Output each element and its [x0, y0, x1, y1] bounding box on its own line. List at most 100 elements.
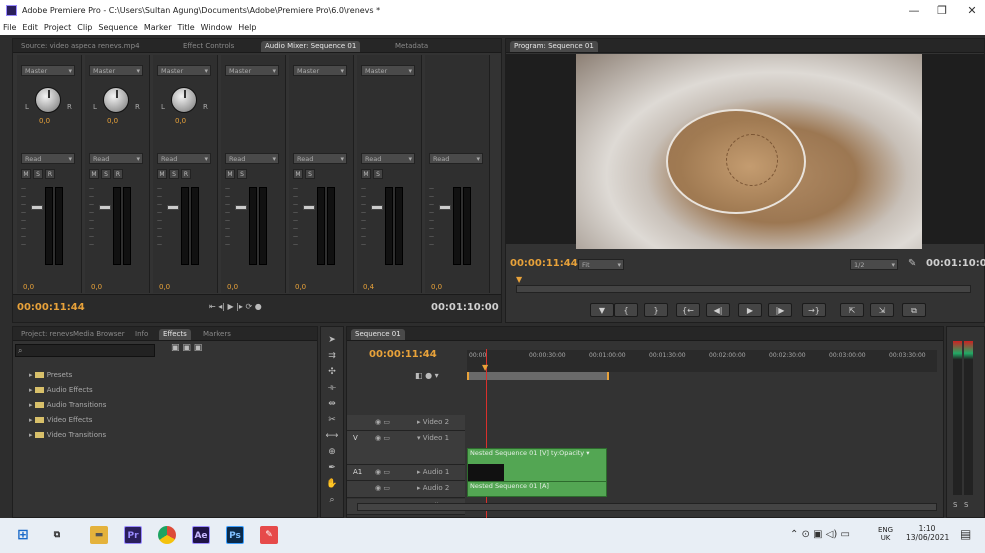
minimize-button[interactable]: — [902, 3, 926, 19]
track-select-icon[interactable]: ⇉ [325, 351, 339, 365]
volume-fader[interactable] [371, 205, 383, 210]
tab-media-browser[interactable]: Media Browser [69, 329, 129, 340]
mixer-transport[interactable]: ⇤ ◂| ▶ |▸ ⟳ ● [209, 302, 262, 311]
volume-fader[interactable] [235, 205, 247, 210]
tab-effect-controls[interactable]: Effect Controls [179, 41, 238, 52]
channel-m-button[interactable]: M [225, 169, 235, 179]
tab-program[interactable]: Program: Sequence 01 [510, 41, 598, 52]
track-toggle-icons[interactable]: ◉ ▭ [375, 434, 390, 442]
tab-sequence[interactable]: Sequence 01 [351, 329, 405, 340]
menu-clip[interactable]: Clip [74, 22, 95, 33]
channel-s-button[interactable]: S [373, 169, 383, 179]
premiere-icon[interactable]: Pr [124, 526, 142, 544]
tab-metadata[interactable]: Metadata [391, 41, 432, 52]
tree-presets[interactable]: ▸ Presets [29, 371, 72, 379]
windows-start-icon[interactable]: ⊞ [14, 526, 32, 544]
channel-r-button[interactable]: R [113, 169, 123, 179]
tab-info[interactable]: Info [131, 329, 152, 340]
menu-help[interactable]: Help [235, 22, 259, 33]
go-to-out-button[interactable]: →} [802, 303, 826, 317]
solo-right[interactable]: S [964, 501, 968, 509]
pen-icon[interactable]: ✒ [325, 463, 339, 477]
volume-fader[interactable] [167, 205, 179, 210]
hand-icon[interactable]: ✋ [325, 479, 339, 493]
tree-video-transitions[interactable]: ▸ Video Transitions [29, 431, 106, 439]
menu-marker[interactable]: Marker [141, 22, 175, 33]
channel-s-button[interactable]: S [169, 169, 179, 179]
menu-title[interactable]: Title [175, 22, 198, 33]
pan-knob[interactable] [35, 87, 61, 113]
tree-audio-transitions[interactable]: ▸ Audio Transitions [29, 401, 106, 409]
solo-left[interactable]: S [953, 501, 957, 509]
mark-out-button[interactable]: } [644, 303, 668, 317]
tab-audio-mixer[interactable]: Audio Mixer: Sequence 01 [261, 41, 361, 52]
video-clip[interactable]: Nested Sequence 01 [V] ty:Opacity ▾ [467, 448, 607, 482]
track-toggle-icons[interactable]: ◉ ▭ [375, 468, 390, 476]
play-button[interactable]: ▶ [738, 303, 762, 317]
rate-stretch-icon[interactable]: ⇹ [325, 399, 339, 413]
channel-m-button[interactable]: M [89, 169, 99, 179]
snap-icons[interactable]: ◧ ● ▾ [415, 371, 439, 380]
razor-icon[interactable]: ✂ [325, 415, 339, 429]
slip-icon[interactable]: ⟷ [325, 431, 339, 445]
audio-clip[interactable]: Nested Sequence 01 [A] [467, 481, 607, 497]
notification-icon[interactable]: ▤ [960, 527, 971, 541]
automation-dropdown[interactable]: Read [361, 153, 415, 164]
close-button[interactable]: ✕ [960, 3, 984, 19]
channel-mode-dropdown[interactable]: Master [293, 65, 347, 76]
automation-dropdown[interactable]: Read [293, 153, 347, 164]
volume-fader[interactable] [439, 205, 451, 210]
photoshop-icon[interactable]: Ps [226, 526, 244, 544]
track-header[interactable]: A1 ◉ ▭ ▸ Audio 1 [347, 465, 465, 481]
automation-dropdown[interactable]: Read [21, 153, 75, 164]
volume-fader[interactable] [99, 205, 111, 210]
add-marker-button[interactable]: ▼ [590, 303, 614, 317]
channel-m-button[interactable]: M [21, 169, 31, 179]
rolling-edit-icon[interactable]: ⟛ [325, 383, 339, 397]
channel-m-button[interactable]: M [157, 169, 167, 179]
channel-r-button[interactable]: R [181, 169, 191, 179]
export-frame-button[interactable]: ⧉ [902, 303, 926, 317]
channel-mode-dropdown[interactable]: Master [21, 65, 75, 76]
tray-icons[interactable]: ⌃ ⊙ ▣ ◁) ▭ [790, 529, 850, 540]
go-to-in-button[interactable]: {← [676, 303, 700, 317]
slide-icon[interactable]: ⊕ [325, 447, 339, 461]
fit-dropdown[interactable]: Fit [578, 259, 624, 270]
step-forward-button[interactable]: |▶ [768, 303, 792, 317]
clock[interactable]: 1:10 13/06/2021 [906, 524, 949, 542]
menu-window[interactable]: Window [198, 22, 236, 33]
chrome-icon[interactable] [158, 526, 176, 544]
selection-tool-icon[interactable]: ➤ [325, 335, 339, 349]
volume-fader[interactable] [31, 205, 43, 210]
channel-s-button[interactable]: S [305, 169, 315, 179]
resolution-dropdown[interactable]: 1/2 [850, 259, 898, 270]
channel-mode-dropdown[interactable]: Master [225, 65, 279, 76]
pan-knob[interactable] [103, 87, 129, 113]
time-ruler[interactable]: 00:00 00:00:30:00 00:01:00:00 00:01:30:00 00… [467, 350, 937, 372]
menu-file[interactable]: File [0, 22, 19, 33]
menu-sequence[interactable]: Sequence [95, 22, 140, 33]
channel-r-button[interactable]: R [45, 169, 55, 179]
automation-dropdown[interactable]: Read [225, 153, 279, 164]
pan-knob[interactable] [171, 87, 197, 113]
step-back-button[interactable]: ◀| [706, 303, 730, 317]
tree-audio-effects[interactable]: ▸ Audio Effects [29, 386, 93, 394]
track-header[interactable]: V ◉ ▭ ▾ Video 1 [347, 431, 465, 465]
tab-effects[interactable]: Effects [159, 329, 191, 340]
mark-in-button[interactable]: { [614, 303, 638, 317]
channel-s-button[interactable]: S [33, 169, 43, 179]
file-explorer-icon[interactable]: ▬ [90, 526, 108, 544]
maximize-button[interactable]: ❐ [930, 3, 954, 19]
automation-dropdown[interactable]: Read [157, 153, 211, 164]
lift-button[interactable]: ⇱ [840, 303, 864, 317]
work-area-bar[interactable] [467, 372, 609, 380]
app-icon[interactable]: ✎ [260, 526, 278, 544]
task-view-icon[interactable]: ⧉ [48, 526, 66, 544]
after-effects-icon[interactable]: Ae [192, 526, 210, 544]
menu-project[interactable]: Project [41, 22, 74, 33]
program-scrubber[interactable] [516, 285, 971, 293]
channel-mode-dropdown[interactable]: Master [89, 65, 143, 76]
language-indicator[interactable]: ENG UK [878, 526, 893, 542]
ripple-edit-icon[interactable]: ✣ [325, 367, 339, 381]
new-bin-icons[interactable]: ▣ ▣ ▣ [171, 343, 202, 353]
